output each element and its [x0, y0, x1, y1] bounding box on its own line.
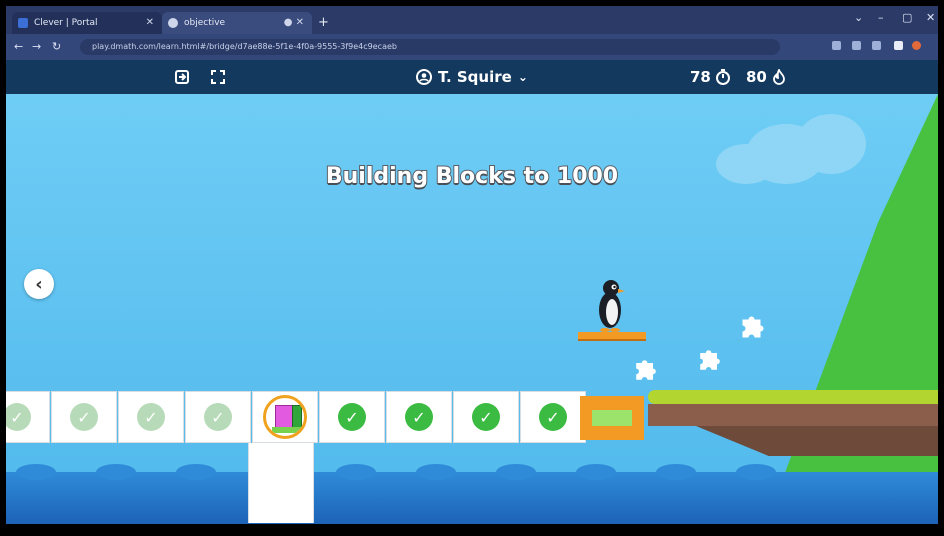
timer-value: 78: [690, 68, 711, 86]
chevron-down-icon: ⌄: [517, 70, 528, 84]
check-icon: ✓: [472, 403, 500, 431]
app-header: T. Squire ⌄ 78 80: [6, 60, 938, 94]
track-cell: ✓: [118, 391, 184, 443]
track-cell: ✓: [453, 391, 519, 443]
forward-arrow-icon[interactable]: →: [32, 40, 41, 53]
tab-label: objective: [184, 18, 226, 28]
wave: [496, 464, 536, 480]
floating-plank: [578, 332, 646, 341]
user-name: T. Squire: [438, 68, 512, 86]
check-icon: ✓: [6, 403, 31, 431]
bookmark-star-icon[interactable]: [872, 41, 881, 50]
back-button[interactable]: ‹: [24, 269, 54, 299]
track-cell: ✓: [386, 391, 452, 443]
profile-icon[interactable]: [912, 41, 921, 50]
check-icon: ✓: [539, 403, 567, 431]
user-icon: [416, 69, 432, 85]
puzzle-piece-icon: [742, 316, 764, 338]
close-tab-icon[interactable]: ● ✕: [284, 12, 304, 34]
fullscreen-icon[interactable]: [208, 67, 228, 87]
bridge-track: ✓ ✓ ✓ ✓ ✓ ✓ ✓ ✓: [6, 391, 587, 443]
clever-favicon-icon: [18, 18, 28, 28]
check-icon: ✓: [338, 403, 366, 431]
current-block[interactable]: [263, 395, 307, 439]
close-tab-icon[interactable]: ✕: [146, 12, 154, 34]
minimize-icon[interactable]: –: [878, 11, 884, 24]
page-favicon-icon: [168, 18, 178, 28]
close-window-icon[interactable]: ✕: [926, 11, 935, 24]
back-chevron-icon: ‹: [35, 273, 43, 295]
building-block: [275, 405, 293, 429]
extensions-puzzle-icon[interactable]: [894, 41, 903, 50]
water: [6, 472, 938, 524]
check-icon: ✓: [137, 403, 165, 431]
wave: [336, 464, 376, 480]
tab-objective[interactable]: objective ● ✕: [162, 12, 312, 34]
check-icon: ✓: [405, 403, 433, 431]
puzzle-piece-icon: [700, 350, 720, 370]
track-cell: ✓: [51, 391, 117, 443]
track-cell: ✓: [520, 391, 586, 443]
goal-block: [580, 396, 644, 440]
back-arrow-icon[interactable]: ←: [14, 40, 23, 53]
flame-icon: [772, 69, 785, 85]
track-cell: ✓: [185, 391, 251, 443]
puzzle-piece-icon: [636, 360, 656, 380]
reload-icon[interactable]: ↻: [52, 40, 61, 53]
maximize-icon[interactable]: ▢: [902, 11, 912, 24]
track-cell: ✓: [319, 391, 385, 443]
exit-icon[interactable]: [172, 67, 192, 87]
score-stat: 80: [746, 67, 787, 87]
score-value: 80: [746, 68, 767, 86]
extension-icon[interactable]: [832, 41, 841, 50]
ledge-shadow: [696, 426, 938, 456]
penguin: [599, 280, 625, 332]
paper-column: [248, 443, 314, 523]
timer-icon: [715, 69, 730, 85]
screen: Clever | Portal ✕ objective ● ✕ + ⌄ – ▢ …: [6, 6, 938, 524]
new-tab-icon[interactable]: +: [318, 12, 329, 34]
building-block: [272, 427, 302, 433]
building-block: [292, 405, 302, 429]
dirt-ledge: [648, 404, 938, 426]
browser-address-bar: ← → ↻ play.dmath.com/learn.html#/bridge/…: [6, 34, 938, 60]
game-title: Building Blocks to 1000: [325, 163, 619, 190]
goal-bar: [592, 410, 632, 426]
grass-ledge: [648, 390, 938, 404]
tab-label: Clever | Portal: [34, 18, 98, 28]
user-menu[interactable]: T. Squire ⌄: [416, 67, 528, 87]
track-cell: ✓: [6, 391, 50, 443]
wave: [656, 464, 696, 480]
share-icon[interactable]: [852, 41, 861, 50]
wave: [176, 464, 216, 480]
game-scene[interactable]: Building Blocks to 1000 ‹ ✓ ✓ ✓ ✓ ✓ ✓ ✓ …: [6, 94, 938, 524]
browser-tab-bar: Clever | Portal ✕ objective ● ✕ + ⌄ – ▢ …: [6, 6, 938, 34]
tab-clever-portal[interactable]: Clever | Portal ✕: [12, 12, 162, 34]
wave: [96, 464, 136, 480]
check-icon: ✓: [70, 403, 98, 431]
wave: [576, 464, 616, 480]
wave: [416, 464, 456, 480]
check-icon: ✓: [204, 403, 232, 431]
track-cell[interactable]: [252, 391, 318, 443]
wave: [16, 464, 56, 480]
timer-stat: 78: [690, 67, 731, 87]
url-field[interactable]: play.dmath.com/learn.html#/bridge/d7ae88…: [80, 39, 780, 55]
tab-search-icon[interactable]: ⌄: [854, 11, 863, 24]
wave: [736, 464, 776, 480]
